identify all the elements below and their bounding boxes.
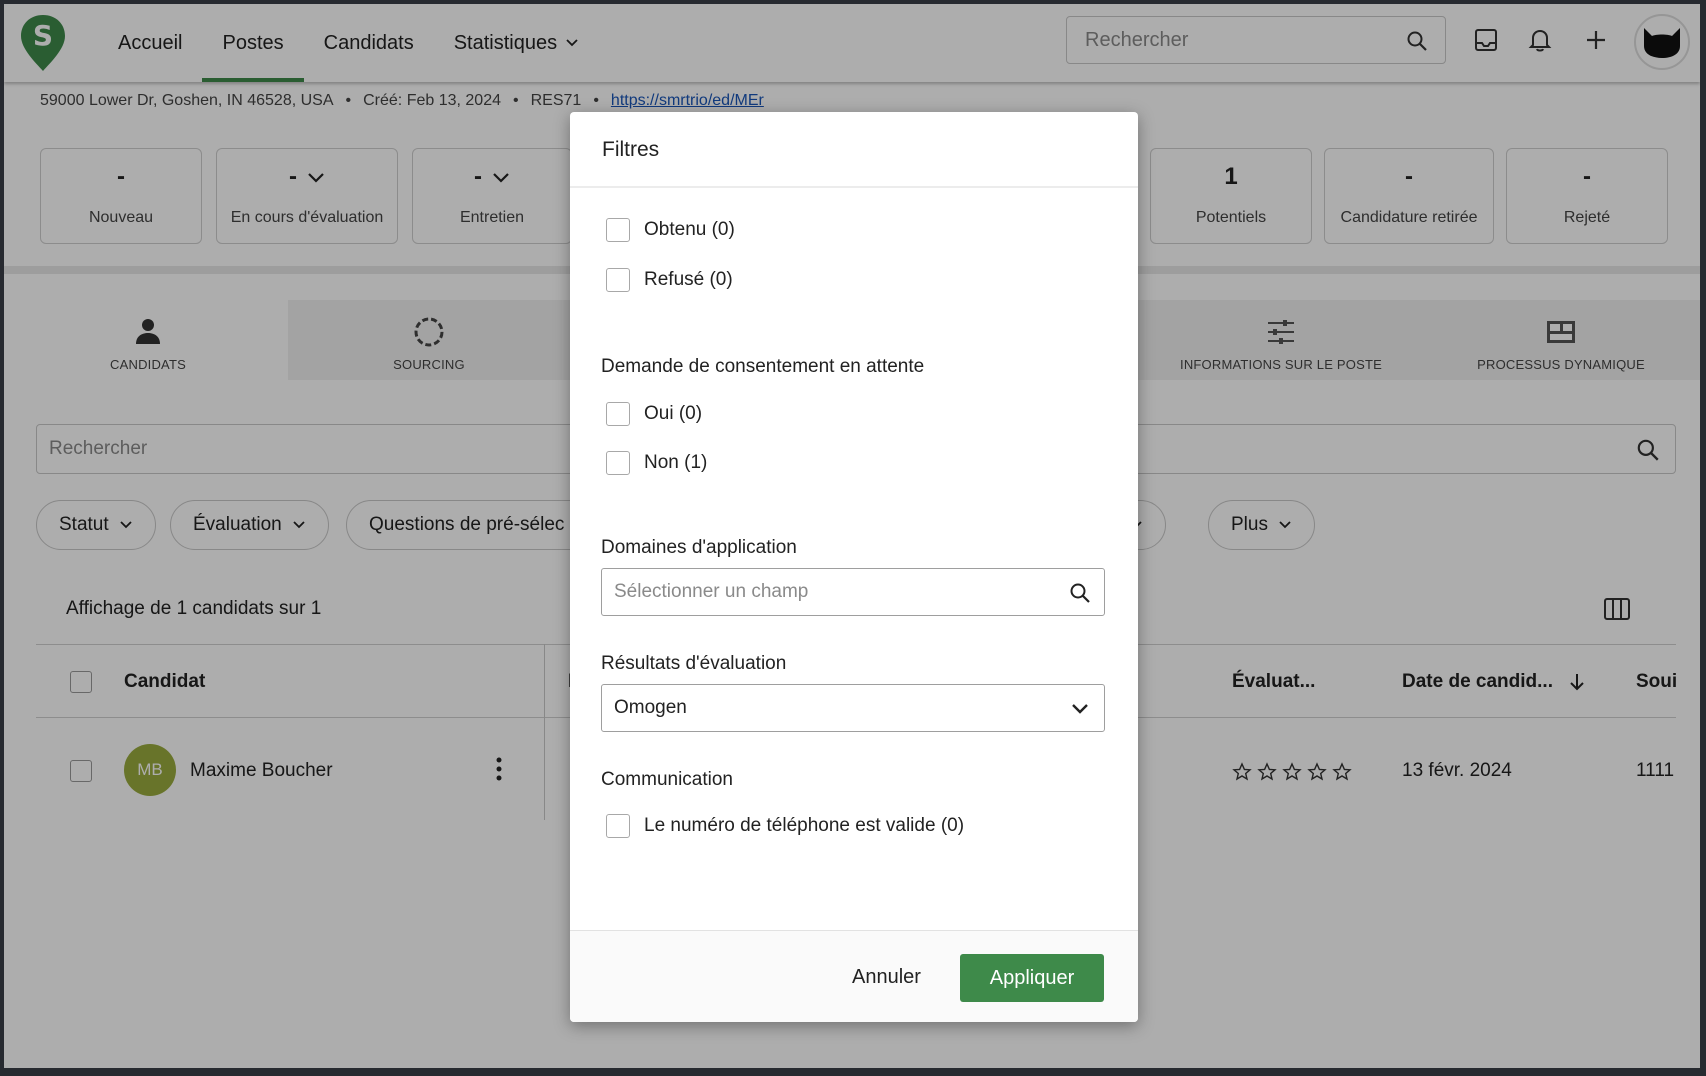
section-consent-title: Demande de consentement en attente <box>601 356 925 377</box>
checkbox[interactable] <box>606 451 630 475</box>
search-icon[interactable] <box>1068 581 1092 605</box>
section-domains-title: Domaines d'application <box>601 537 797 558</box>
section-communication-title: Communication <box>601 769 733 790</box>
chevron-down-icon <box>1072 704 1088 714</box>
filters-modal: Filtres Obtenu (0) Refusé (0) Demande de… <box>570 112 1138 1022</box>
checkbox-label: Obtenu (0) <box>644 219 735 240</box>
checkbox[interactable] <box>606 402 630 426</box>
checkbox-label: Le numéro de téléphone est valide (0) <box>644 815 965 836</box>
modal-header-divider <box>570 186 1138 188</box>
modal-title: Filtres <box>602 138 660 161</box>
checkbox[interactable] <box>606 218 630 242</box>
select-value: Omogen <box>614 697 687 718</box>
section-results-title: Résultats d'évaluation <box>601 653 787 674</box>
domains-search-input[interactable] <box>614 581 1034 603</box>
checkbox-label: Oui (0) <box>644 403 703 424</box>
cancel-button[interactable]: Annuler <box>842 960 931 995</box>
evaluation-results-select[interactable]: Omogen <box>601 684 1105 732</box>
filter-option-obtained[interactable]: Obtenu (0) <box>606 218 735 242</box>
checkbox-label: Non (1) <box>644 452 708 473</box>
filter-option-consent-no[interactable]: Non (1) <box>606 451 707 475</box>
checkbox-label: Refusé (0) <box>644 269 733 290</box>
filter-option-valid-phone[interactable]: Le numéro de téléphone est valide (0) <box>606 814 964 838</box>
filter-option-refused[interactable]: Refusé (0) <box>606 268 733 292</box>
filter-option-consent-yes[interactable]: Oui (0) <box>606 402 702 426</box>
checkbox[interactable] <box>606 268 630 292</box>
checkbox[interactable] <box>606 814 630 838</box>
apply-button[interactable]: Appliquer <box>960 954 1104 1002</box>
domains-search-field <box>601 568 1105 616</box>
